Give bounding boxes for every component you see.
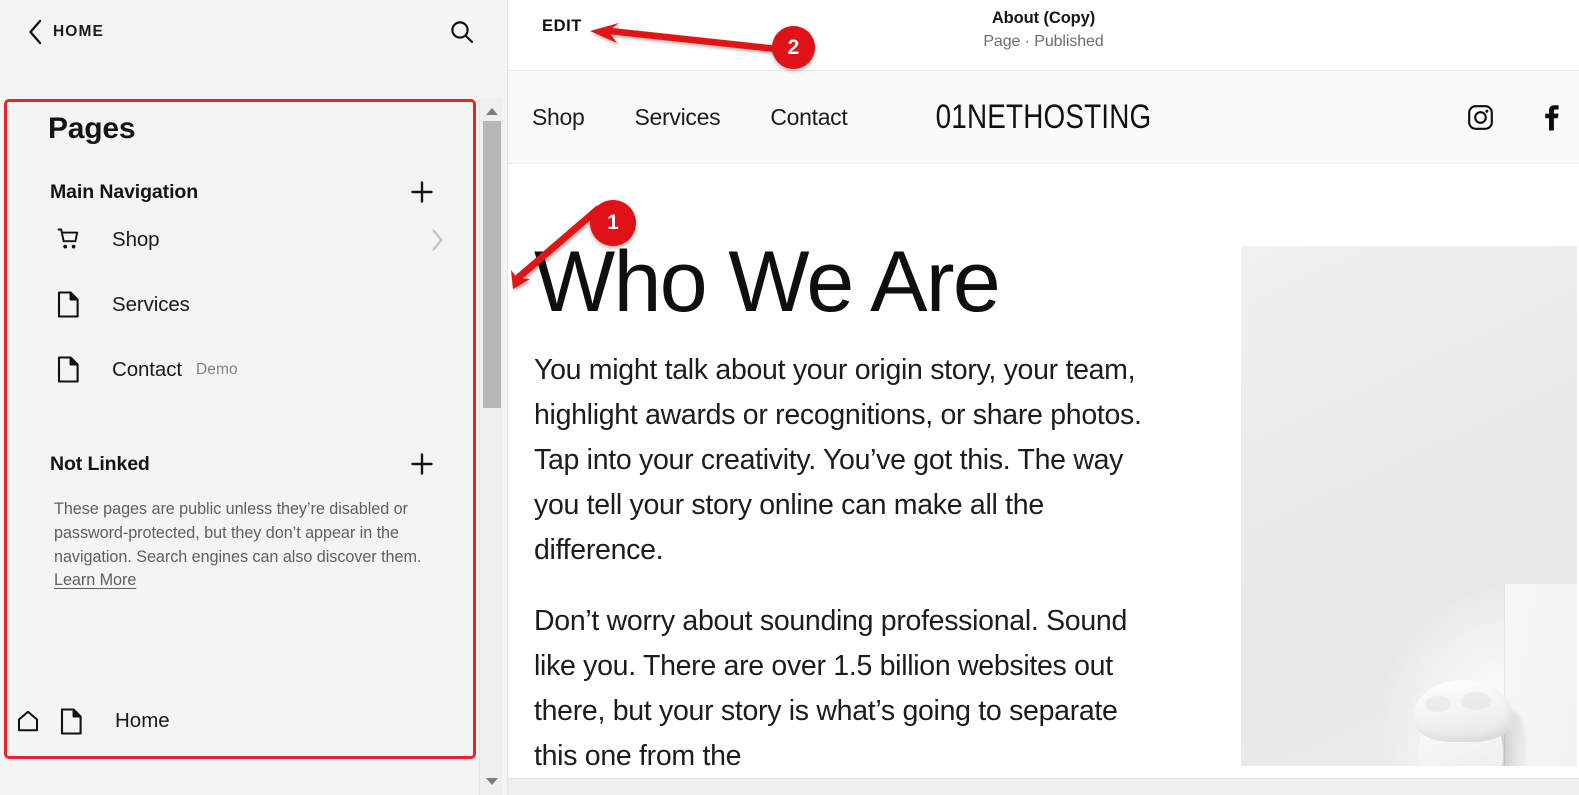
preview-page-status: Page · Published — [983, 33, 1104, 50]
site-nav: Shop Services Contact — [532, 104, 848, 131]
app-root: HOME Pages Main Navigation Shop Services… — [0, 0, 1579, 795]
section-title-main-navigation: Main Navigation — [50, 180, 199, 203]
page-file-icon — [55, 356, 82, 383]
caret-down-icon[interactable] — [480, 771, 503, 791]
preview-page-title: About (Copy) — [991, 9, 1096, 27]
site-header: Shop Services Contact 01NETHOSTING — [508, 71, 1579, 164]
chevron-right-icon[interactable] — [430, 228, 445, 252]
pages-panel-content: Pages Main Navigation Shop Services Cont… — [7, 102, 473, 756]
site-nav-services[interactable]: Services — [635, 104, 721, 131]
site-preview-pane: EDIT About (Copy) Page · Published Shop … — [507, 0, 1579, 795]
chevron-left-icon[interactable] — [26, 19, 44, 45]
not-linked-description-text: These pages are public unless they’re di… — [54, 500, 422, 566]
bust-hair — [1413, 680, 1513, 742]
preview-bottom-bar — [508, 778, 1579, 795]
site-heading: Who We Are — [534, 234, 1001, 330]
sidebar-item-label: Home — [115, 709, 170, 732]
sidebar-item-contact[interactable]: Contact Demo — [7, 337, 473, 402]
sidebar-item-label: Shop — [112, 227, 160, 251]
sidebar-item-label: Contact — [112, 357, 182, 381]
site-paragraph: Don’t worry about sounding professional.… — [534, 605, 1127, 772]
sidebar-back-label[interactable]: HOME — [53, 23, 104, 41]
not-linked-description: These pages are public unless they’re di… — [54, 498, 425, 593]
site-content-column: Who We Are You might talk about your ori… — [534, 238, 1154, 779]
edit-button[interactable]: EDIT — [542, 17, 582, 36]
sidebar-header: HOME — [0, 0, 507, 64]
search-icon[interactable] — [448, 18, 476, 46]
section-header-not-linked: Not Linked — [7, 449, 473, 479]
sidebar-item-shop[interactable]: Shop — [7, 207, 473, 272]
learn-more-link[interactable]: Learn More — [54, 571, 136, 589]
status-badge: Demo — [195, 360, 238, 378]
page-title: Pages — [48, 112, 136, 145]
sidebar-item-home[interactable]: Home — [7, 691, 473, 751]
section-title-not-linked: Not Linked — [50, 452, 150, 475]
site-nav-contact[interactable]: Contact — [770, 104, 847, 131]
scrollbar-thumb[interactable] — [483, 121, 501, 408]
facebook-icon[interactable] — [1537, 102, 1567, 132]
site-nav-shop[interactable]: Shop — [532, 104, 585, 131]
annotation-badge-2: 2 — [772, 26, 815, 69]
pages-panel[interactable]: Pages Main Navigation Shop Services Cont… — [4, 99, 476, 759]
plus-icon[interactable] — [407, 177, 437, 207]
preview-toolbar: EDIT About (Copy) Page · Published — [508, 0, 1579, 71]
editor-sidebar: HOME Pages Main Navigation Shop Services… — [0, 0, 507, 795]
site-body: Who We Are You might talk about your ori… — [508, 164, 1579, 795]
site-hero-image — [1241, 246, 1577, 766]
shop-cart-icon — [55, 226, 82, 253]
site-social-links — [1465, 102, 1567, 132]
annotation-badge-1: 1 — [590, 200, 636, 246]
house-icon — [15, 708, 41, 734]
sidebar-item-services[interactable]: Services — [7, 272, 473, 337]
classical-bust-figure — [1413, 672, 1527, 766]
page-meta: About (Copy) Page · Published — [508, 8, 1579, 53]
plus-icon[interactable] — [407, 449, 437, 479]
instagram-icon[interactable] — [1465, 102, 1495, 132]
page-file-icon — [55, 291, 82, 318]
sidebar-item-label: Services — [112, 292, 190, 316]
sidebar-scrollbar[interactable] — [479, 99, 503, 795]
section-header-main-navigation: Main Navigation — [7, 177, 473, 207]
page-file-icon — [58, 707, 85, 735]
caret-up-icon[interactable] — [480, 101, 503, 121]
site-paragraph: You might talk about your origin story, … — [534, 354, 1142, 566]
